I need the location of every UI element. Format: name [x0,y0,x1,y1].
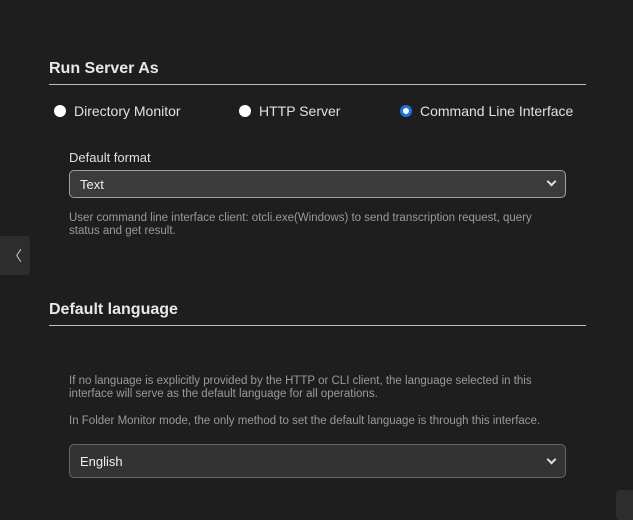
cli-help-text: User command line interface client: otcl… [69,212,532,237]
select-value: English [80,454,123,469]
radio-label: HTTP Server [259,103,341,119]
default-format-label: Default format [69,150,151,165]
radio-icon [54,105,66,117]
radio-selected-icon [400,105,412,117]
radio-directory-monitor[interactable]: Directory Monitor [54,103,181,119]
chevron-left-icon: 〈 [8,247,22,264]
default-format-select[interactable]: Text [69,170,566,198]
folder-monitor-help-text: In Folder Monitor mode, the only method … [69,415,541,427]
section-title-run-server: Run Server As [49,60,586,85]
radio-label: Directory Monitor [74,103,181,119]
language-help-text: If no language is explicitly provided by… [69,375,532,400]
chevron-down-icon [546,454,557,465]
radio-http-server[interactable]: HTTP Server [239,103,340,119]
chevron-down-icon [546,176,557,187]
radio-icon [239,105,251,117]
default-language-select[interactable]: English [69,444,566,478]
radio-label: Command Line Interface [420,103,574,119]
collapse-sidebar-button[interactable]: 〈 [0,236,30,275]
scroll-top-button[interactable] [616,490,633,520]
select-value: Text [80,177,104,192]
section-title-default-language: Default language [49,301,586,326]
radio-command-line-interface[interactable]: Command Line Interface [400,103,573,119]
